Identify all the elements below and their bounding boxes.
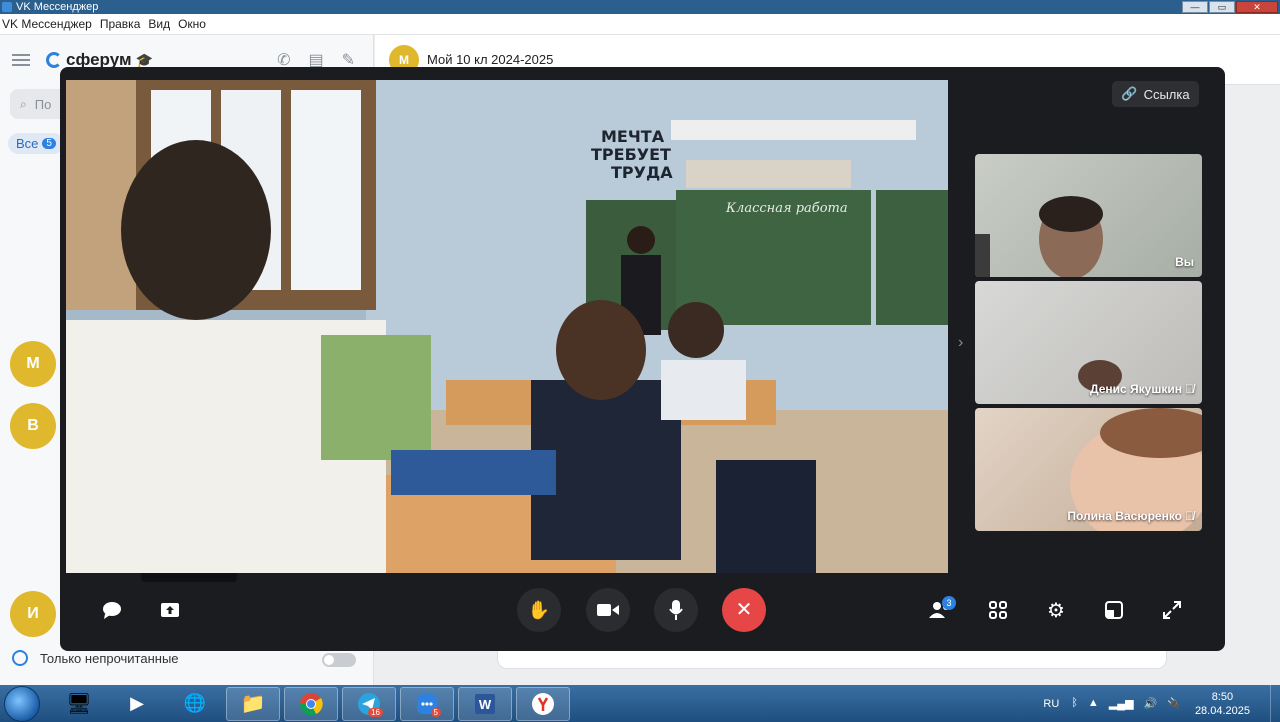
tooltip xyxy=(141,573,237,582)
mic-muted-icon: 🎙̸ xyxy=(1185,509,1194,523)
taskbar-telegram-icon[interactable]: 16 xyxy=(342,686,396,721)
minimize-button[interactable]: — xyxy=(1182,1,1208,13)
microphone-toggle-button[interactable] xyxy=(654,588,698,632)
layout-grid-button[interactable] xyxy=(976,588,1020,632)
participant-tile-polina[interactable]: Полина Васюренко 🎙̸ xyxy=(975,408,1202,531)
collapse-panel-chevron-icon[interactable]: › xyxy=(958,334,963,352)
start-button[interactable] xyxy=(4,685,40,722)
share-screen-button[interactable] xyxy=(148,588,192,632)
unread-only-row: Только непрочитанные xyxy=(12,650,179,666)
unread-only-toggle[interactable] xyxy=(322,653,356,667)
windows-taskbar: 🖥 ▶ 🌐 📁 16 5 W RU ᛒ ▲ ▂▄▆ 🔊 🔌 8:50 28.04… xyxy=(0,685,1280,722)
chat-avatar[interactable]: В xyxy=(10,403,56,449)
svg-text:W: W xyxy=(479,697,492,712)
graduation-cap-icon: 🎓 xyxy=(135,51,153,68)
gear-icon: ⚙ xyxy=(1047,599,1065,622)
grid-icon xyxy=(989,601,1007,619)
participants-button[interactable] xyxy=(919,588,963,632)
vk-unread-badge: 5 xyxy=(430,707,441,717)
taskbar-word-icon[interactable]: W xyxy=(458,686,512,721)
menu-icon[interactable] xyxy=(12,54,30,66)
menu-item-edit[interactable]: Правка xyxy=(100,17,141,31)
filter-all[interactable]: Все 5 xyxy=(8,133,64,154)
participants-count-badge: 3 xyxy=(942,596,956,610)
link-icon: 🔗 xyxy=(1121,86,1138,101)
power-icon[interactable]: 🔌 xyxy=(1167,697,1181,710)
taskbar-computer-icon[interactable]: 🖥 xyxy=(52,687,106,721)
close-icon: ✕ xyxy=(735,599,753,621)
sferum-logo-icon xyxy=(46,52,62,68)
language-indicator[interactable]: RU xyxy=(1043,698,1059,710)
unread-filter-icon xyxy=(12,650,28,666)
slogan-line-1: МЕЧТА xyxy=(601,127,665,146)
camera-icon xyxy=(597,604,619,616)
menu-bar: VK Мессенджер Правка Вид Окно xyxy=(0,14,1280,35)
self-video-frame xyxy=(975,196,1103,277)
chat-avatar[interactable]: И xyxy=(10,591,56,637)
settings-button[interactable]: ⚙ xyxy=(1034,588,1078,632)
telegram-unread-badge: 16 xyxy=(368,707,383,717)
menu-item-view[interactable]: Вид xyxy=(148,17,170,31)
participant-tile-denis[interactable]: Денис Якушкин 🎙̸ xyxy=(975,281,1202,404)
volume-icon[interactable]: 🔊 xyxy=(1144,697,1158,710)
fullscreen-icon xyxy=(1163,601,1181,619)
participant-tile-self[interactable]: Вы xyxy=(975,154,1202,277)
taskbar-yandex-browser-icon[interactable] xyxy=(516,686,570,721)
bluetooth-icon[interactable]: ᛒ xyxy=(1071,697,1078,710)
mic-muted-icon: 🎙̸ xyxy=(1185,382,1194,396)
close-window-button[interactable]: ✕ xyxy=(1236,1,1278,13)
app-icon xyxy=(2,2,12,12)
chat-avatar[interactable]: М xyxy=(10,341,56,387)
search-icon: ⌕ xyxy=(20,96,27,111)
clock[interactable]: 8:50 28.04.2025 xyxy=(1195,690,1250,718)
camera-toggle-button[interactable] xyxy=(586,588,630,632)
classroom-video-frame: МЕЧТА ТРЕБУЕТ ТРУДА Классная работа xyxy=(66,80,948,573)
microphone-icon xyxy=(669,600,683,620)
window-title: VK Мессенджер xyxy=(16,1,99,13)
system-tray: RU ᛒ ▲ ▂▄▆ 🔊 🔌 8:50 28.04.2025 xyxy=(1043,685,1280,722)
maximize-button[interactable]: ▭ xyxy=(1209,1,1235,13)
menu-item-app[interactable]: VK Мессенджер xyxy=(2,17,92,31)
raise-hand-button[interactable]: ✋ xyxy=(517,588,561,632)
chat-bubble-icon xyxy=(103,602,121,619)
chat-title[interactable]: Мой 10 кл 2024-2025 xyxy=(427,52,553,67)
taskbar-explorer-icon[interactable]: 📁 xyxy=(226,686,280,721)
filter-count-badge: 5 xyxy=(42,138,56,149)
slogan-line-3: ТРУДА xyxy=(611,163,673,182)
copy-link-button[interactable]: 🔗 Ссылка xyxy=(1112,81,1199,107)
end-call-button[interactable]: ✕ xyxy=(722,588,766,632)
slogan-line-2: ТРЕБУЕТ xyxy=(591,145,671,164)
board-text: Классная работа xyxy=(725,201,848,216)
taskbar-media-player-icon[interactable]: ▶ xyxy=(110,687,164,721)
main-video-stream[interactable]: МЕЧТА ТРЕБУЕТ ТРУДА Классная работа xyxy=(66,80,948,573)
taskbar-vk-messenger-icon[interactable]: 5 xyxy=(400,686,454,721)
show-hidden-icons-chevron-icon[interactable]: ▲ xyxy=(1088,697,1099,710)
share-screen-icon xyxy=(161,603,179,617)
taskbar-network-icon[interactable]: 🌐 xyxy=(168,687,222,721)
show-desktop-button[interactable] xyxy=(1270,685,1280,722)
taskbar-chrome-icon[interactable] xyxy=(284,686,338,721)
chat-button[interactable] xyxy=(90,588,134,632)
minimize-window-icon xyxy=(1105,601,1123,619)
window-title-bar: VK Мессенджер — ▭ ✕ xyxy=(0,0,1280,14)
fullscreen-button[interactable] xyxy=(1150,588,1194,632)
picture-in-picture-button[interactable] xyxy=(1092,588,1136,632)
signal-icon[interactable]: ▂▄▆ xyxy=(1109,697,1134,710)
menu-item-window[interactable]: Окно xyxy=(178,17,206,31)
hand-icon: ✋ xyxy=(527,599,551,620)
